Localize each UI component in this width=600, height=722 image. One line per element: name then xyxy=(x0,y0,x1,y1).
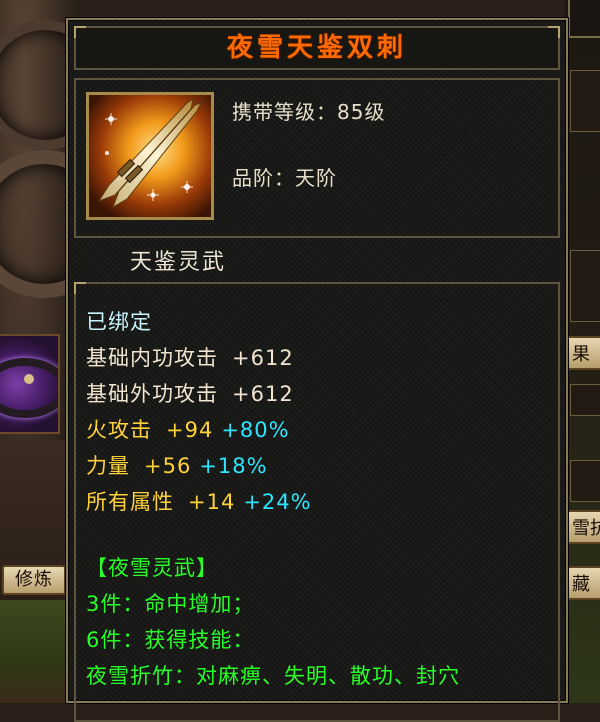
set-bonus-line: 夜雪折竹：对麻痹、失明、散功、封穴 xyxy=(86,664,460,688)
bonus-stat-line: 火攻击 +94 +80% xyxy=(86,414,290,444)
right-panel-strip xyxy=(570,70,600,132)
stat-percent: +24% xyxy=(243,490,312,514)
stat-line: 基础外功攻击 +612 xyxy=(86,378,294,408)
stat-label: 基础外功攻击 xyxy=(86,382,218,406)
item-info-box: 携带等级：85级 品阶：天阶 xyxy=(74,78,560,238)
stat-label: 基础内功攻击 xyxy=(86,346,218,370)
stat-value: +612 xyxy=(232,346,294,370)
stat-label: 火攻击 xyxy=(86,418,152,442)
stat-label: 力量 xyxy=(86,454,130,478)
right-panel-button[interactable]: 雪抗 xyxy=(566,510,600,544)
right-panel-strip xyxy=(570,460,600,502)
bracelet-icon[interactable] xyxy=(0,334,60,434)
stat-percent: +80% xyxy=(221,418,290,442)
set-bonus-line: 3件：命中增加； xyxy=(86,592,255,616)
item-name: 夜雪天鉴双刺 xyxy=(226,33,407,63)
stat-value: +56 xyxy=(144,454,192,478)
twin-daggers-icon[interactable] xyxy=(86,92,214,220)
right-panel-corner xyxy=(568,0,600,38)
stat-line: 基础内功攻击 +612 xyxy=(86,342,294,372)
stat-value: +612 xyxy=(232,382,294,406)
item-stats-box: 已绑定 基础内功攻击 +612 基础外功攻击 +612 火攻击 +94 +80% 力量 +… xyxy=(74,282,560,722)
item-grade: 品阶：天阶 xyxy=(232,166,337,190)
set-name: 【夜雪灵武】 xyxy=(86,556,218,580)
right-panel-strip xyxy=(570,384,600,416)
stat-value: +14 xyxy=(188,490,236,514)
bound-status: 已绑定 xyxy=(86,310,152,334)
bonus-stat-line: 所有属性 +14 +24% xyxy=(86,486,312,516)
bonus-stat-line: 力量 +56 +18% xyxy=(86,450,268,480)
right-panel-button[interactable]: 藏 xyxy=(566,566,600,600)
set-bonus-line: 6件：获得技能： xyxy=(86,628,255,652)
tooltip-title-bar: 夜雪天鉴双刺 xyxy=(74,26,560,70)
stat-value: +94 xyxy=(166,418,214,442)
right-panel-button[interactable]: 果 xyxy=(566,336,600,370)
carry-level: 携带等级：85级 xyxy=(232,100,386,124)
item-subtitle: 天鉴灵武 xyxy=(130,250,227,275)
right-panel-strip xyxy=(570,250,600,322)
stat-percent: +18% xyxy=(199,454,268,478)
train-button[interactable]: 修炼 xyxy=(2,565,66,595)
stat-label: 所有属性 xyxy=(86,490,174,514)
item-tooltip: 夜雪天鉴双刺 携带等级：85级 品阶：天阶 天鉴灵武 已绑定 基础内功攻击 +6… xyxy=(66,18,568,722)
